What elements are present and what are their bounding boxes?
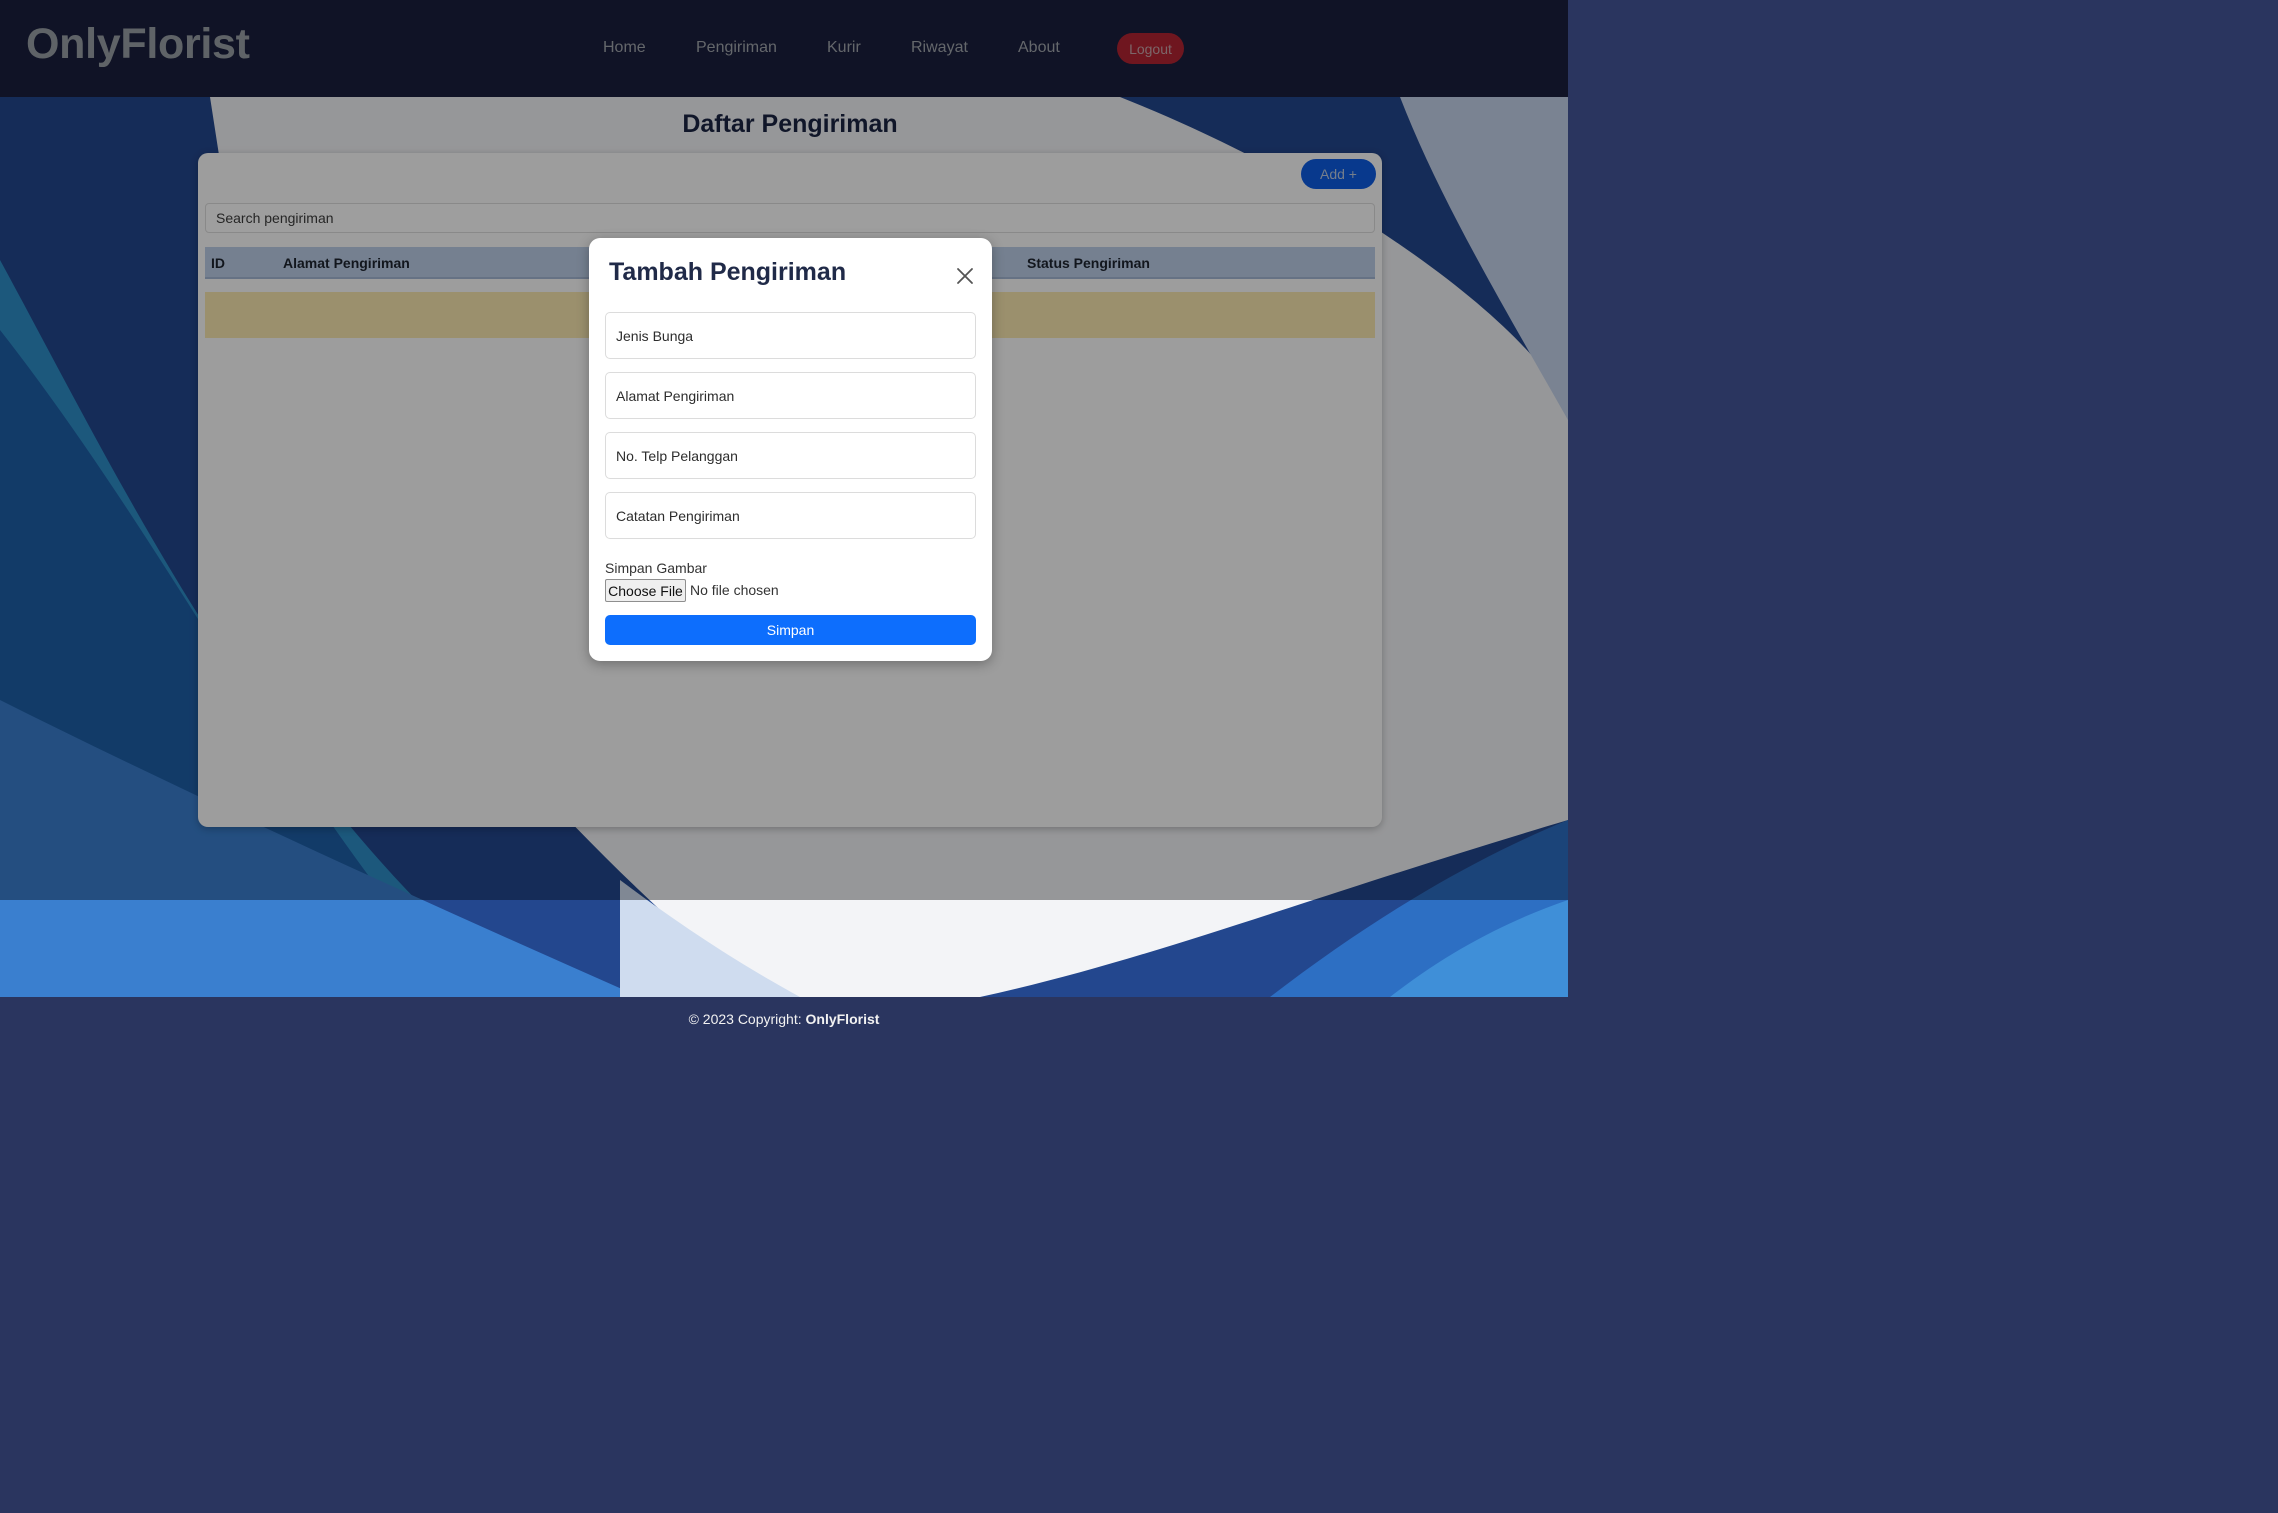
jenis-bunga-field[interactable]: [605, 312, 976, 359]
footer: © 2023 Copyright: OnlyFlorist: [0, 997, 1568, 1041]
add-shipment-modal: Tambah Pengiriman Simpan Gambar Choose F…: [589, 238, 992, 661]
close-icon[interactable]: [956, 267, 974, 285]
modal-title: Tambah Pengiriman: [609, 258, 847, 286]
choose-file-button[interactable]: Choose File: [605, 579, 686, 602]
file-status: No file chosen: [690, 582, 779, 598]
alamat-pengiriman-field[interactable]: [605, 372, 976, 419]
catatan-field[interactable]: [605, 492, 976, 539]
no-telp-field[interactable]: [605, 432, 976, 479]
save-button[interactable]: Simpan: [605, 615, 976, 645]
footer-copyright: © 2023 Copyright:: [688, 1011, 806, 1027]
footer-brand: OnlyFlorist: [805, 1011, 880, 1027]
file-label: Simpan Gambar: [605, 560, 707, 576]
